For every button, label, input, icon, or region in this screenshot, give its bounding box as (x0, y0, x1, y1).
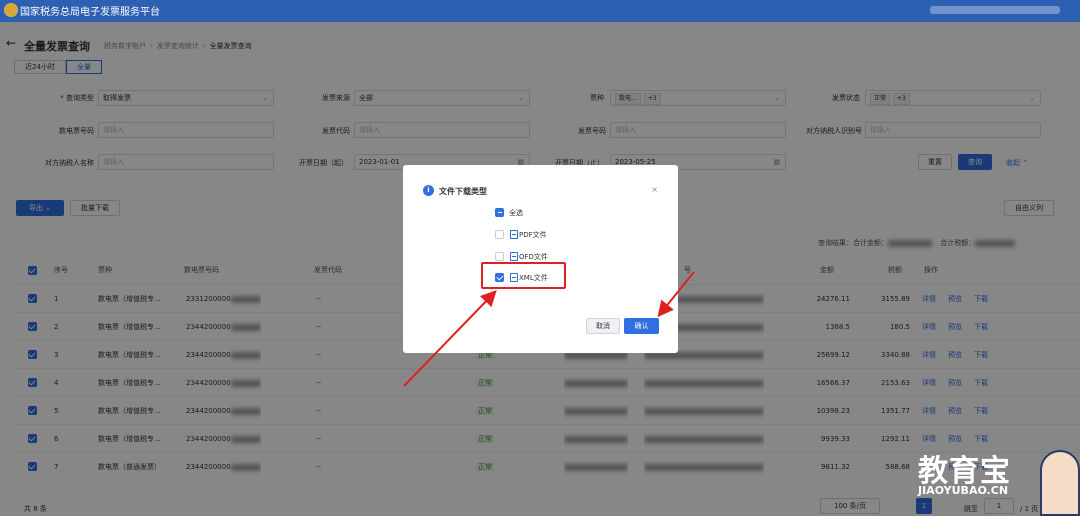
arrow-to-xml (403, 290, 497, 387)
watermark: 教育宝 JIAOYUBAO.CN (918, 446, 1011, 497)
mascot-icon (1040, 450, 1080, 516)
watermark-url: JIAOYUBAO.CN (918, 484, 1009, 497)
arrow-to-confirm (657, 271, 695, 318)
annotation-arrows (403, 271, 695, 387)
